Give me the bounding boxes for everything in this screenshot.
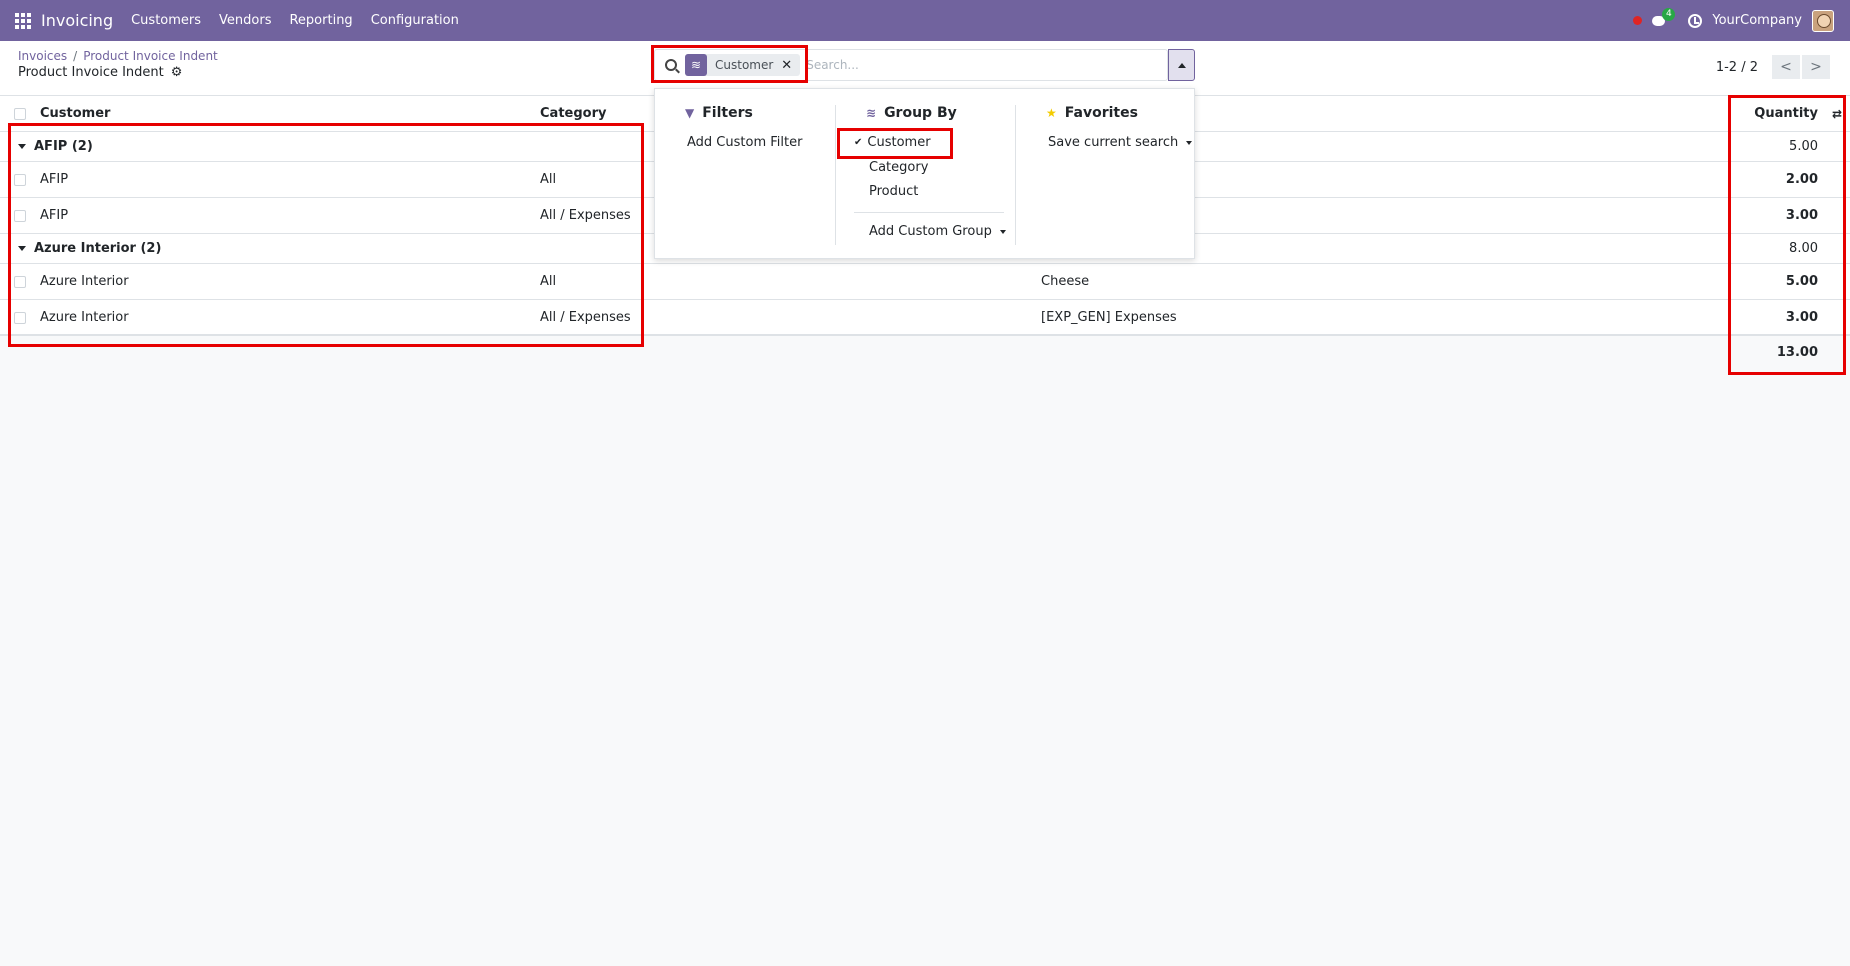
- groupby-title: Group By: [884, 105, 957, 121]
- star-icon: ★: [1046, 106, 1057, 120]
- layers-icon: ≋: [866, 106, 877, 120]
- groupby-header: ≋ Group By: [866, 105, 957, 121]
- add-custom-group-label: Add Custom Group: [869, 224, 992, 239]
- cell-category: All / Expenses: [540, 208, 631, 223]
- user-avatar[interactable]: [1812, 9, 1834, 32]
- cell-product: Cheese: [1041, 274, 1090, 289]
- chat-badge: 4: [1662, 7, 1676, 21]
- filters-header: ▼ Filters: [685, 105, 753, 121]
- header-category[interactable]: Category: [540, 96, 606, 131]
- grand-total: 13.00: [1776, 345, 1818, 360]
- cell-quantity: 3.00: [1785, 310, 1818, 325]
- pager-previous-button[interactable]: <: [1772, 55, 1800, 79]
- caret-down-icon: [18, 144, 26, 149]
- group-title: Azure Interior (2): [34, 241, 162, 256]
- menu-configuration[interactable]: Configuration: [371, 13, 459, 28]
- search-panel-toggle-button[interactable]: [1168, 49, 1195, 81]
- group-total: 5.00: [1789, 139, 1818, 154]
- page-title-wrap: Product Invoice Indent ⚙: [18, 65, 182, 80]
- menu-reporting[interactable]: Reporting: [289, 13, 352, 28]
- top-navbar: Invoicing Customers Vendors Reporting Co…: [0, 0, 1850, 41]
- groupby-option-category[interactable]: Category: [869, 160, 928, 175]
- table-footer: 13.00: [0, 334, 1850, 370]
- row-checkbox[interactable]: [14, 311, 26, 324]
- chevron-down-icon: [1186, 140, 1193, 145]
- breadcrumb-invoices[interactable]: Invoices: [18, 49, 67, 63]
- chevron-down-icon: [999, 229, 1006, 234]
- cell-customer: AFIP: [40, 208, 69, 223]
- add-custom-group-select[interactable]: Add Custom Group: [869, 224, 1006, 239]
- table-row[interactable]: Azure Interior All Cheese 5.00: [0, 264, 1850, 300]
- favorites-title: Favorites: [1064, 105, 1138, 121]
- pager-next-button[interactable]: >: [1802, 55, 1830, 79]
- filter-icon: ▼: [685, 106, 695, 120]
- save-current-search-button[interactable]: Save current search: [1048, 135, 1193, 150]
- cell-category: All / Expenses: [540, 310, 631, 325]
- breadcrumb-separator: /: [73, 49, 78, 63]
- row-checkbox[interactable]: [14, 275, 26, 288]
- cell-category: All: [540, 274, 557, 289]
- layers-icon: ≋: [685, 54, 707, 76]
- activity-clock-icon[interactable]: [1688, 13, 1703, 28]
- cell-customer: Azure Interior: [40, 274, 129, 289]
- cell-quantity: 3.00: [1785, 208, 1818, 223]
- cell-product: [EXP_GEN] Expenses: [1041, 310, 1177, 325]
- navbar-systray: 4 YourCompany: [1633, 0, 1834, 41]
- company-switcher[interactable]: YourCompany: [1712, 13, 1802, 28]
- check-icon: ✔: [854, 137, 863, 148]
- facet-label: Customer: [715, 58, 774, 72]
- apps-menu-icon[interactable]: [15, 12, 31, 29]
- group-title: AFIP (2): [34, 139, 93, 154]
- search-bar: ≋ Customer ✕: [654, 49, 1168, 81]
- breadcrumb-current[interactable]: Product Invoice Indent: [83, 49, 218, 63]
- pager: 1-2 / 2 < >: [1716, 55, 1830, 79]
- favorites-header: ★ Favorites: [1046, 105, 1138, 121]
- save-current-search-label: Save current search: [1048, 135, 1179, 150]
- row-checkbox[interactable]: [14, 173, 26, 186]
- table-row[interactable]: Azure Interior All / Expenses [EXP_GEN] …: [0, 300, 1850, 336]
- gear-icon[interactable]: ⚙: [171, 65, 183, 80]
- search-input[interactable]: [806, 58, 1047, 72]
- caret-down-icon: [18, 246, 26, 251]
- main-menu: Customers Vendors Reporting Configuratio…: [131, 13, 477, 28]
- facet-remove-icon[interactable]: ✕: [781, 58, 792, 73]
- chat-icon[interactable]: 4: [1652, 7, 1676, 28]
- cell-category: All: [540, 172, 557, 187]
- cell-quantity: 5.00: [1785, 274, 1818, 289]
- menu-vendors[interactable]: Vendors: [219, 13, 271, 28]
- groupby-option-product[interactable]: Product: [869, 184, 918, 199]
- optional-columns-icon[interactable]: ⇄: [1832, 107, 1842, 121]
- cell-customer: Azure Interior: [40, 310, 129, 325]
- header-customer[interactable]: Customer: [40, 96, 110, 131]
- cell-quantity: 2.00: [1785, 172, 1818, 187]
- favorites-section: ★ Favorites Save current search: [1015, 105, 1195, 245]
- app-brand[interactable]: Invoicing: [41, 11, 113, 30]
- caret-up-icon: [1177, 62, 1186, 68]
- filters-title: Filters: [702, 105, 753, 121]
- page-title: Product Invoice Indent: [18, 65, 164, 80]
- search-facet-groupby[interactable]: ≋ Customer ✕: [685, 54, 801, 76]
- pager-value[interactable]: 1-2 / 2: [1716, 60, 1758, 75]
- recording-dot-icon[interactable]: [1633, 16, 1643, 25]
- groupby-section: ≋ Group By ✔ Customer Category Product A…: [835, 105, 1015, 245]
- groupby-option-customer[interactable]: ✔ Customer: [854, 135, 931, 150]
- cell-customer: AFIP: [40, 172, 69, 187]
- breadcrumb: Invoices / Product Invoice Indent: [18, 49, 218, 63]
- select-all-checkbox[interactable]: [14, 107, 26, 120]
- divider: [854, 212, 1004, 213]
- groupby-option-label: Customer: [867, 135, 931, 150]
- search-icon[interactable]: [665, 59, 677, 71]
- filters-section: ▼ Filters Add Custom Filter: [655, 89, 835, 258]
- group-total: 8.00: [1789, 241, 1818, 256]
- search-panel-dropdown: ▼ Filters Add Custom Filter ≋ Group By ✔…: [654, 88, 1195, 259]
- row-checkbox[interactable]: [14, 209, 26, 222]
- menu-customers[interactable]: Customers: [131, 13, 201, 28]
- header-quantity[interactable]: Quantity: [1754, 96, 1818, 131]
- add-custom-filter-button[interactable]: Add Custom Filter: [687, 135, 802, 150]
